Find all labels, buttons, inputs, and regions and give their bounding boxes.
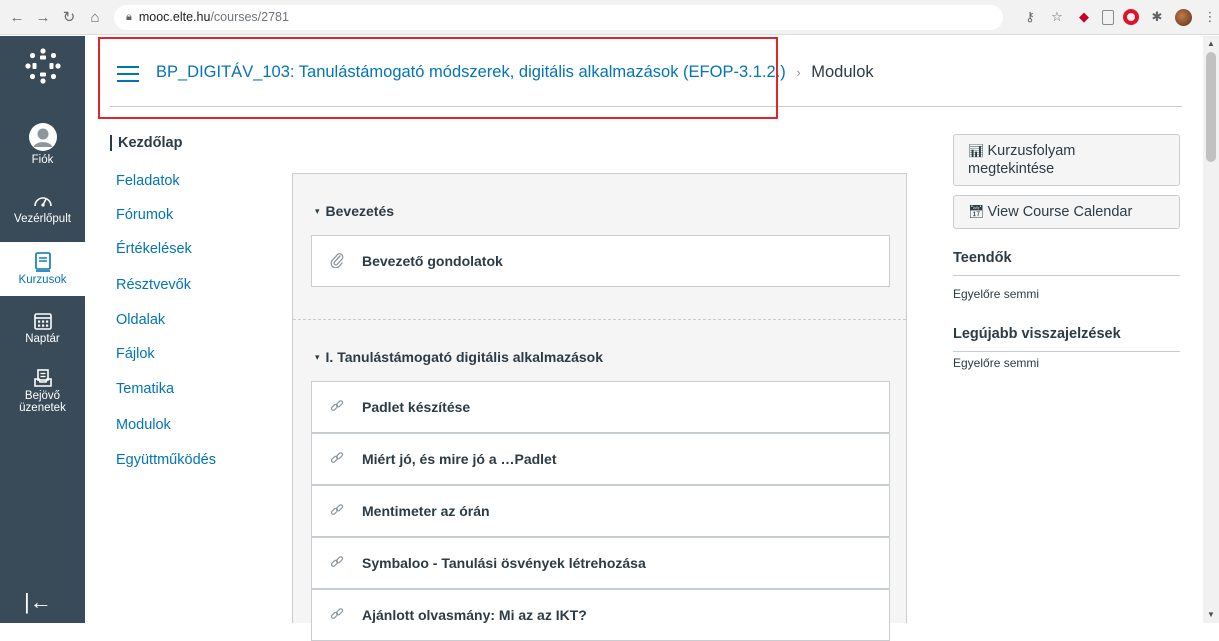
course-nav-discussions[interactable]: Fórumok [116,207,173,223]
hamburger-menu-icon[interactable] [117,66,139,82]
link-icon [312,451,362,468]
back-arrow-icon[interactable]: ← [6,6,28,28]
dashboard-icon [33,197,52,207]
course-nav-modules[interactable]: Modulok [116,417,171,433]
module-item-title: Ajánlott olvasmány: Mi az az IKT? [362,607,587,623]
course-stream-button[interactable]: 📊︎ Kurzusfolyam megtekintése [953,134,1180,187]
module-item-title: Bevezető gondolatok [362,253,503,269]
address-bar[interactable]: 🔒︎ mooc.elte.hu /courses/2781 [114,4,1003,30]
url-host: mooc.elte.hu [138,10,211,24]
document-extension-icon[interactable] [1102,9,1114,25]
global-nav-inbox[interactable]: Bejövő üzenetek [0,368,85,414]
module-item[interactable]: Symbaloo - Tanulási ösvények létrehozása [311,537,890,589]
calendar-icon [33,313,52,330]
profile-avatar[interactable] [1175,8,1192,26]
view-course-calendar-button[interactable]: 📅︎ View Course Calendar [953,195,1180,230]
courses-icon [34,252,51,272]
link-icon [312,503,362,520]
module-item-title: Mentimeter az órán [362,503,490,519]
module-item-title: Symbaloo - Tanulási ösvények létrehozása [362,555,646,571]
global-nav-label: Naptár [25,333,60,345]
opera-extension-icon[interactable] [1123,9,1139,25]
module-item[interactable]: Mentimeter az órán [311,485,890,537]
reload-icon[interactable]: ↻ [58,6,80,28]
feedback-empty-text: Egyelőre semmi [953,356,1040,370]
module-header-digital-apps[interactable]: ▾ I. Tanulástámogató digitális alkalmazás… [315,349,603,365]
collapse-nav-icon[interactable]: |← [24,589,52,615]
module-title: I. Tanulástámogató digitális alkalmazáso… [325,349,604,365]
link-icon [312,399,362,416]
course-nav-assignments[interactable]: Feladatok [116,173,180,189]
kebab-menu-icon[interactable]: ⋮ [1201,8,1219,26]
ublock-icon[interactable]: ◆ [1075,8,1093,26]
module-item[interactable]: Ajánlott olvasmány: Mi az az IKT? [311,589,890,641]
module-title: Bevezetés [325,203,395,219]
forward-arrow-icon[interactable]: → [32,6,54,28]
global-nav-courses[interactable]: Kurzusok [0,242,85,296]
breadcrumb: BP_DIGITÁV_103: Tanulástámogató módszere… [156,63,874,82]
course-stream-label-2: megtekintése [968,161,1055,178]
header-divider [110,106,1182,107]
module-item[interactable]: Miért jó, és mire jó a …Padlet [311,433,890,485]
scrollbar-thumb[interactable] [1206,52,1216,162]
module-header-bevezetes[interactable]: ▾ Bevezetés [315,203,394,219]
global-nav-dashboard[interactable]: Vezérlőpult [0,191,85,225]
home-icon[interactable]: ⌂ [84,6,106,28]
link-icon [312,607,362,624]
course-nav-syllabus[interactable]: Tematika [116,381,174,397]
browser-toolbar: ← → ↻ ⌂ 🔒︎ mooc.elte.hu /courses/2781 ⚷ … [0,0,1219,35]
global-nav-label: Fiók [31,154,54,166]
breadcrumb-course-link[interactable]: BP_DIGITÁV_103: Tanulástámogató módszere… [156,63,786,81]
breadcrumb-current-page: Modulok [811,63,874,81]
scroll-up-arrow-icon[interactable]: ▲ [1206,39,1216,49]
global-nav-account[interactable]: Fiók [0,122,85,166]
global-nav-calendar[interactable]: Naptár [0,311,85,345]
key-icon[interactable]: ⚷ [1021,8,1039,26]
caret-down-icon: ▾ [315,352,320,362]
module-divider [293,319,906,320]
stream-chart-icon: 📊︎ [968,143,985,158]
course-stream-label-1: Kurzusfolyam [987,143,1076,159]
todo-heading: Teendők [953,250,1180,276]
global-nav-label: Bejövő [24,390,61,402]
link-icon [312,555,362,572]
view-course-calendar-label: View Course Calendar [987,204,1133,220]
modules-list: ▾ Bevezetés Bevezető gondolatok ▾ I. Tanul… [292,173,907,641]
course-nav-grades[interactable]: Értékelések [116,241,192,257]
global-nav-label: Kurzusok [18,274,67,286]
canvas-logo-icon[interactable] [23,46,63,86]
course-nav-pages[interactable]: Oldalak [116,312,165,328]
caret-down-icon: ▾ [315,206,320,216]
course-nav-people[interactable]: Résztvevők [116,277,191,293]
todo-empty-text: Egyelőre semmi [953,287,1040,301]
breadcrumb-separator: › [796,65,801,80]
puzzle-icon[interactable]: ✱ [1148,8,1166,26]
global-nav: Fiók Vezérlőpult Kurzusok Naptár Bejövő … [0,36,85,623]
global-nav-label: üzenetek [19,402,66,414]
recent-feedback-heading: Legújabb visszajelzések [953,326,1180,352]
lock-icon: 🔒︎ [126,10,132,23]
course-nav-collaborations[interactable]: Együttműködés [116,452,216,468]
course-nav-home[interactable]: Kezdőlap [110,135,182,151]
scroll-down-arrow-icon[interactable]: ▼ [1206,610,1216,620]
attachment-icon [312,252,362,271]
global-nav-label: Vezérlőpult [14,213,71,225]
course-nav-files[interactable]: Fájlok [116,346,155,362]
account-icon [28,123,57,151]
url-path: /courses/2781 [210,10,289,24]
module-item[interactable]: Padlet készítése [311,381,890,433]
calendar-icon: 📅︎ [968,204,985,219]
module-item[interactable]: Bevezető gondolatok [311,235,890,287]
module-item-title: Miért jó, és mire jó a …Padlet [362,451,557,467]
star-icon[interactable]: ☆ [1048,8,1066,26]
module-item-title: Padlet készítése [362,399,471,415]
inbox-icon [33,369,52,387]
